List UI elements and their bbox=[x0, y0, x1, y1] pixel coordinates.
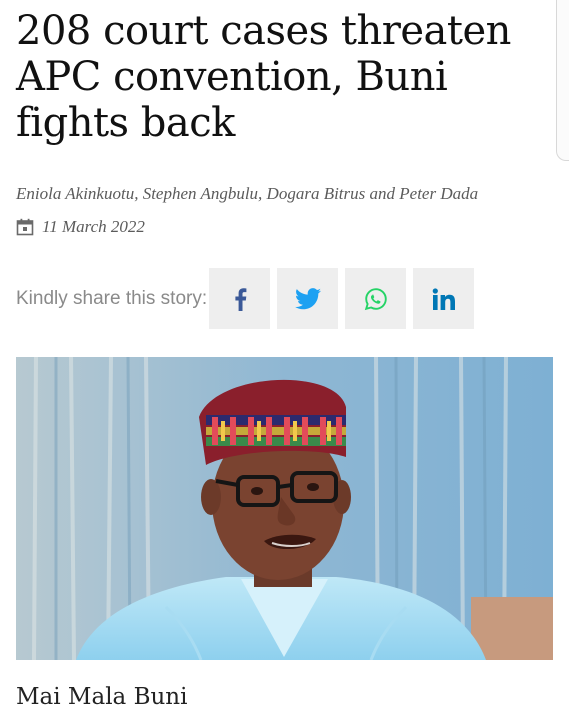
photo-caption: Mai Mala Buni bbox=[16, 684, 188, 710]
article-date-row: 11 March 2022 bbox=[16, 216, 145, 238]
share-bar: Kindly share this story: bbox=[16, 268, 475, 329]
article-photo bbox=[16, 357, 553, 660]
twitter-share-button[interactable] bbox=[277, 268, 339, 329]
twitter-icon bbox=[294, 287, 321, 310]
whatsapp-icon bbox=[364, 287, 388, 311]
calendar-icon bbox=[16, 218, 34, 236]
share-label: Kindly share this story: bbox=[16, 287, 208, 309]
linkedin-share-button[interactable] bbox=[413, 268, 475, 329]
facebook-share-button[interactable] bbox=[209, 268, 271, 329]
linkedin-icon bbox=[432, 287, 456, 310]
whatsapp-share-button[interactable] bbox=[345, 268, 407, 329]
article-headline: 208 court cases threaten APC convention,… bbox=[16, 8, 511, 146]
scroll-edge-decoration bbox=[556, 0, 569, 161]
facebook-icon bbox=[232, 287, 248, 311]
article-date: 11 March 2022 bbox=[42, 217, 145, 236]
article-authors: Eniola Akinkuotu, Stephen Angbulu, Dogar… bbox=[16, 184, 479, 203]
